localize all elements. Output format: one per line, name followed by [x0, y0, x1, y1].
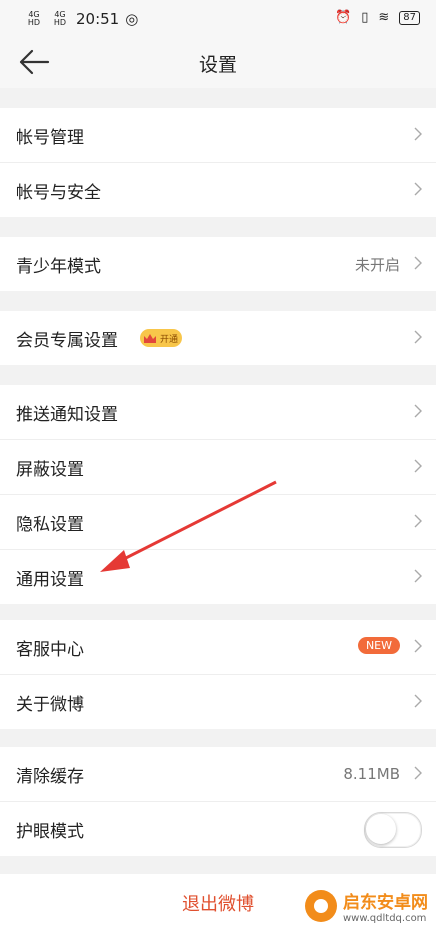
account-group: 帐号管理 帐号与安全 — [0, 108, 436, 217]
clock-time: 20:51 — [76, 10, 120, 28]
page-title: 设置 — [198, 54, 237, 76]
status-left: 4G HD 4G HD 20:51 ◎ — [24, 10, 138, 28]
vip-badge-label: 开通 — [160, 334, 179, 345]
status-right: ⏰ ▯ ≋ 87 — [335, 10, 420, 25]
signal-icon-1: 4G HD — [27, 10, 41, 27]
row-label: 帐号管理 — [16, 127, 84, 148]
youth-mode-status: 未开启 — [354, 255, 400, 274]
chevron-right-icon — [414, 127, 422, 141]
wifi-icon: ≋ — [378, 10, 390, 25]
crown-icon — [144, 334, 156, 343]
watermark-logo-icon — [305, 890, 337, 922]
watermark-url: www.qdltdq.com — [343, 913, 427, 924]
chevron-right-icon — [414, 569, 422, 583]
eye-protection-row: 护眼模式 — [0, 802, 436, 856]
row-label: 通用设置 — [16, 569, 84, 590]
vip-group: 会员专属设置 开通 — [0, 311, 436, 365]
signal-icon-2: 4G HD — [53, 10, 67, 27]
vip-badge: 开通 — [140, 329, 182, 347]
chevron-right-icon — [414, 404, 422, 418]
vip-settings-row[interactable]: 会员专属设置 开通 — [0, 311, 436, 365]
privacy-settings-row[interactable]: 隐私设置 — [0, 495, 436, 550]
row-label: 客服中心 — [16, 639, 84, 660]
chevron-right-icon — [414, 694, 422, 708]
site-watermark: 启东安卓网 www.qdltdq.com — [305, 888, 428, 924]
new-badge: NEW — [357, 637, 400, 654]
storage-group: 清除缓存 8.11MB 护眼模式 — [0, 747, 436, 856]
about-weibo-row[interactable]: 关于微博 — [0, 675, 436, 729]
battery-icon: 87 — [399, 10, 420, 25]
toggle-knob — [366, 814, 396, 844]
youth-mode-row[interactable]: 青少年模式 未开启 — [0, 237, 436, 291]
block-settings-row[interactable]: 屏蔽设置 — [0, 440, 436, 495]
preferences-group: 推送通知设置 屏蔽设置 隐私设置 通用设置 — [0, 385, 436, 604]
nav-bar: 设置 — [0, 36, 436, 88]
push-notification-row[interactable]: 推送通知设置 — [0, 385, 436, 440]
watermark-text: 启东安卓网 www.qdltdq.com — [343, 888, 428, 924]
chevron-right-icon — [414, 639, 422, 653]
customer-service-row[interactable]: 客服中心 NEW — [0, 620, 436, 675]
row-label: 清除缓存 — [16, 766, 84, 787]
account-security-row[interactable]: 帐号与安全 — [0, 163, 436, 217]
row-label: 帐号与安全 — [16, 182, 101, 203]
vibrate-icon: ▯ — [361, 10, 369, 25]
chevron-right-icon — [414, 459, 422, 473]
chevron-right-icon — [414, 766, 422, 780]
youth-group: 青少年模式 未开启 — [0, 237, 436, 291]
eye-protection-toggle[interactable] — [364, 812, 422, 848]
general-settings-row[interactable]: 通用设置 — [0, 550, 436, 604]
row-label: 会员专属设置 — [16, 330, 118, 351]
row-label: 推送通知设置 — [16, 404, 118, 425]
status-bar: 4G HD 4G HD 20:51 ◎ ⏰ ▯ ≋ 87 — [0, 0, 436, 36]
weibo-notify-icon: ◎ — [125, 10, 139, 28]
row-label: 青少年模式 — [16, 256, 101, 277]
row-label: 护眼模式 — [16, 821, 84, 842]
chevron-right-icon — [414, 182, 422, 196]
alarm-icon: ⏰ — [335, 10, 352, 25]
cache-size: 8.11MB — [343, 765, 400, 783]
row-label: 关于微博 — [16, 694, 84, 715]
chevron-right-icon — [414, 256, 422, 270]
chevron-right-icon — [414, 514, 422, 528]
row-label: 屏蔽设置 — [16, 459, 84, 480]
clear-cache-row[interactable]: 清除缓存 8.11MB — [0, 747, 436, 802]
support-group: 客服中心 NEW 关于微博 — [0, 620, 436, 729]
watermark-title: 启东安卓网 — [343, 893, 428, 913]
account-management-row[interactable]: 帐号管理 — [0, 108, 436, 163]
chevron-right-icon — [414, 330, 422, 344]
row-label: 隐私设置 — [16, 514, 84, 535]
